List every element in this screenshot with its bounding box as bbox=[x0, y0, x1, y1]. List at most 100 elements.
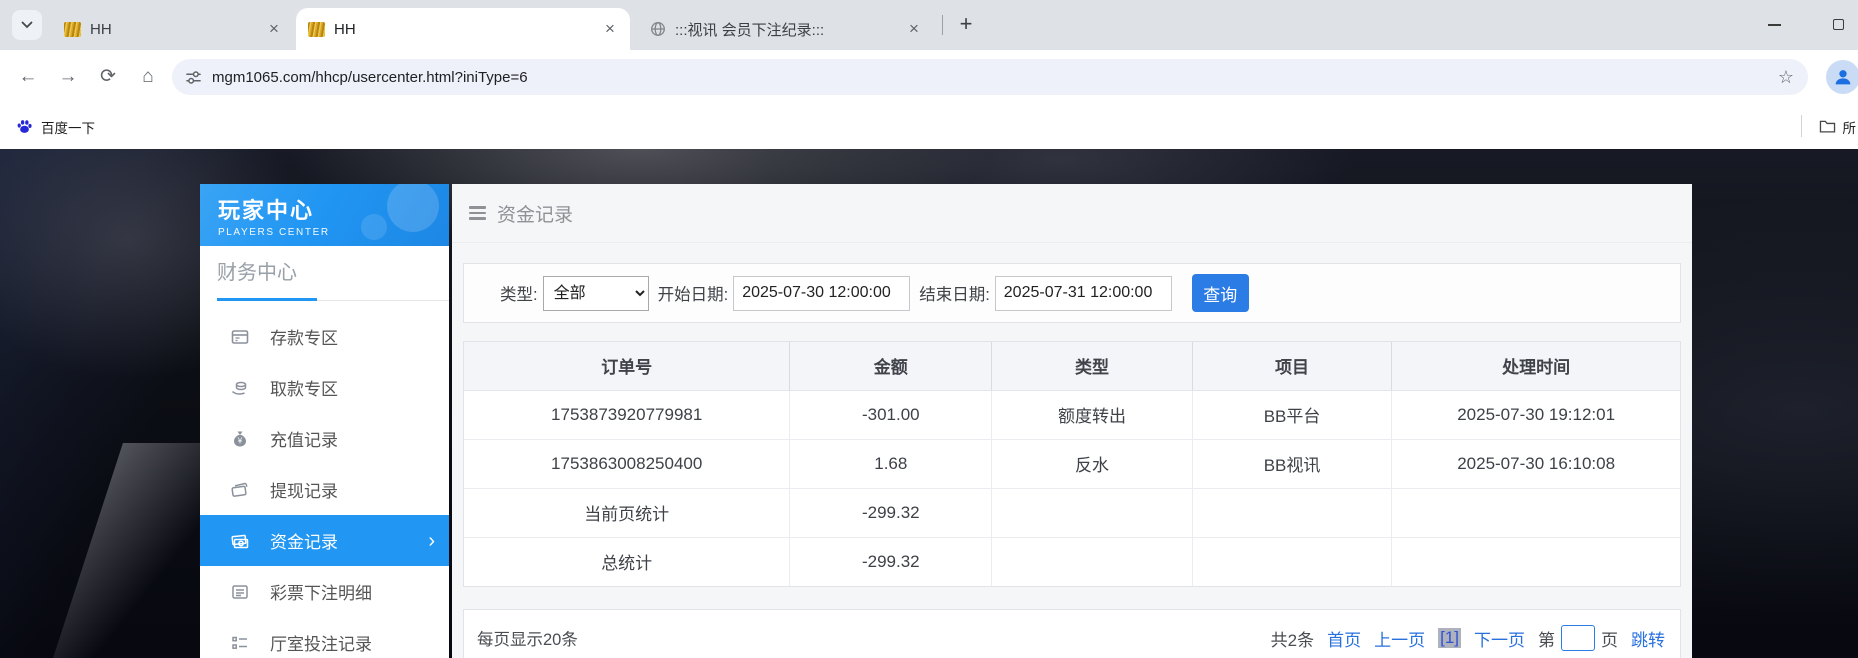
withdraw-icon bbox=[231, 381, 247, 395]
col-project: 项目 bbox=[1192, 342, 1393, 391]
hh-favicon-icon bbox=[308, 21, 325, 37]
page-background: 玩家中心 PLAYERS CENTER 财务中心 存款专区 取款专区 ¥ 充值记… bbox=[0, 149, 1858, 658]
sidebar-item-label: 存款专区 bbox=[270, 329, 338, 348]
bookmark-baidu[interactable]: 百度一下 bbox=[16, 113, 95, 140]
end-date-label: 结束日期: bbox=[919, 286, 990, 304]
section-underline bbox=[200, 298, 449, 301]
close-icon[interactable]: × bbox=[600, 19, 620, 39]
funds-records-panel: 资金记录 类型: 全部 开始日期: 结束日期: 查询 bbox=[452, 184, 1692, 658]
tab-label: HH bbox=[90, 20, 112, 38]
tab-label: HH bbox=[334, 20, 356, 38]
tab-label: :::视讯 会员下注纪录::: bbox=[675, 21, 825, 39]
jump-group: 第 页 bbox=[1538, 625, 1618, 651]
sidebar-item-lottery-bets[interactable]: 彩票下注明细 bbox=[200, 566, 449, 617]
funds-table: 订单号 金额 类型 项目 处理时间 1753873920779981 -301.… bbox=[464, 342, 1680, 586]
cell-amount: -299.32 bbox=[789, 537, 993, 586]
tab-hh-1[interactable]: HH × bbox=[52, 8, 294, 50]
profile-avatar[interactable] bbox=[1826, 60, 1858, 94]
jump-page-input[interactable] bbox=[1561, 625, 1595, 651]
players-center-banner: 玩家中心 PLAYERS CENTER bbox=[200, 184, 449, 246]
sidebar-item-deposit[interactable]: 存款专区 bbox=[200, 311, 449, 362]
deposit-icon bbox=[231, 329, 249, 344]
back-button[interactable]: ← bbox=[14, 63, 42, 91]
cell-label: 当前页统计 bbox=[464, 488, 791, 538]
finance-section-title: 财务中心 bbox=[217, 262, 297, 284]
next-page-link[interactable]: 下一页 bbox=[1474, 626, 1525, 651]
col-time: 处理时间 bbox=[1391, 342, 1680, 391]
bookmark-label: 百度一下 bbox=[41, 120, 95, 136]
hamburger-icon bbox=[469, 206, 486, 220]
cell-time: 2025-07-30 19:12:01 bbox=[1391, 390, 1680, 440]
bookmark-star-icon[interactable]: ☆ bbox=[1778, 67, 1794, 88]
tab-hh-2-active[interactable]: HH × bbox=[296, 8, 630, 50]
window-maximize-icon[interactable] bbox=[1833, 19, 1844, 30]
hh-favicon-icon bbox=[64, 21, 81, 37]
lottery-list-icon bbox=[232, 584, 248, 599]
close-icon[interactable]: × bbox=[264, 19, 284, 39]
funds-table-card: 订单号 金额 类型 项目 处理时间 1753873920779981 -301.… bbox=[463, 341, 1681, 587]
jump-suffix-label: 页 bbox=[1601, 630, 1618, 650]
cell-order-id: 1753863008250400 bbox=[464, 439, 791, 489]
room-bet-list-icon bbox=[232, 636, 247, 649]
reload-button[interactable]: ⟳ bbox=[94, 63, 122, 91]
folder-icon bbox=[1819, 120, 1835, 133]
new-tab-button[interactable]: + bbox=[952, 11, 980, 39]
sidebar-item-label: 充值记录 bbox=[270, 431, 338, 450]
forward-button[interactable]: → bbox=[54, 63, 82, 91]
type-select[interactable]: 全部 bbox=[542, 275, 649, 311]
prev-page-link[interactable]: 上一页 bbox=[1374, 626, 1425, 651]
tab-strip: HH × HH × :::视讯 会员下注纪录::: × + bbox=[0, 0, 1858, 50]
col-order-id: 订单号 bbox=[464, 342, 791, 391]
sidebar-item-label: 彩票下注明细 bbox=[270, 584, 372, 603]
sidebar-item-label: 资金记录 bbox=[270, 533, 338, 552]
browser-toolbar: ← → ⟳ ⌂ mgm1065.com/hhcp/usercenter.html… bbox=[0, 50, 1858, 104]
tab-video-records[interactable]: :::视讯 会员下注纪录::: × bbox=[638, 8, 934, 50]
start-date-input[interactable] bbox=[733, 275, 911, 311]
table-row: 1753863008250400 1.68 反水 BB视讯 2025-07-30… bbox=[464, 439, 1680, 489]
bookmarks-separator bbox=[1801, 115, 1802, 137]
search-button[interactable]: 查询 bbox=[1191, 274, 1249, 312]
sidebar-item-room-bets[interactable]: 厅室投注记录 bbox=[200, 617, 449, 658]
sidebar-item-label: 取款专区 bbox=[270, 380, 338, 399]
jump-button[interactable]: 跳转 bbox=[1631, 626, 1665, 651]
table-header-row: 订单号 金额 类型 项目 处理时间 bbox=[464, 342, 1680, 391]
sidebar-item-recharge-records[interactable]: ¥ 充值记录 bbox=[200, 413, 449, 464]
jump-prefix-label: 第 bbox=[1538, 630, 1555, 650]
sidebar-item-funds-records[interactable]: 资金记录 › bbox=[200, 515, 449, 566]
cell-type: 反水 bbox=[991, 439, 1193, 489]
first-page-link[interactable]: 首页 bbox=[1327, 626, 1361, 651]
pagination-bar: 每页显示20条 共2条 首页 上一页 [1] 下一页 第 页 跳转 bbox=[463, 609, 1681, 658]
sidebar-item-withdraw[interactable]: 取款专区 bbox=[200, 362, 449, 413]
home-button[interactable]: ⌂ bbox=[134, 63, 162, 91]
end-date-input[interactable] bbox=[994, 275, 1172, 311]
sidebar-item-label: 厅室投注记录 bbox=[270, 635, 372, 654]
filter-bar: 类型: 全部 开始日期: 结束日期: 查询 bbox=[463, 263, 1681, 323]
sidebar-item-cashout-records[interactable]: 提现记录 bbox=[200, 464, 449, 515]
site-info-tune-icon bbox=[186, 70, 201, 84]
all-bookmarks-label: 所 bbox=[1842, 120, 1857, 136]
window-minimize-icon[interactable] bbox=[1768, 24, 1781, 26]
start-date-label: 开始日期: bbox=[657, 286, 729, 304]
tab-separator bbox=[942, 15, 943, 35]
panel-header: 资金记录 bbox=[452, 184, 1692, 243]
cell-order-id: 1753873920779981 bbox=[464, 390, 791, 440]
globe-icon bbox=[651, 22, 665, 36]
table-row-page-total: 当前页统计 -299.32 bbox=[464, 488, 1680, 538]
type-label: 类型: bbox=[500, 286, 538, 304]
all-bookmarks-button[interactable]: 所 bbox=[1819, 113, 1857, 140]
sidebar-menu: 存款专区 取款专区 ¥ 充值记录 提现记录 资金记录 › 彩票下注明细 厅室投注… bbox=[200, 311, 449, 658]
col-type: 类型 bbox=[991, 342, 1193, 391]
url-text: mgm1065.com/hhcp/usercenter.html?iniType… bbox=[212, 68, 528, 86]
svg-text:¥: ¥ bbox=[237, 436, 243, 445]
tab-search-button[interactable] bbox=[12, 10, 42, 40]
player-center-sidebar: 玩家中心 PLAYERS CENTER 财务中心 存款专区 取款专区 ¥ 充值记… bbox=[200, 184, 449, 658]
pagination-controls: 共2条 首页 上一页 [1] 下一页 第 页 跳转 bbox=[1271, 625, 1665, 651]
cell-amount: 1.68 bbox=[789, 439, 993, 489]
wallet-card-icon bbox=[231, 482, 248, 497]
address-bar[interactable]: mgm1065.com/hhcp/usercenter.html?iniType… bbox=[172, 59, 1808, 95]
close-icon[interactable]: × bbox=[904, 19, 924, 39]
col-amount: 金额 bbox=[789, 342, 993, 391]
current-page-indicator[interactable]: [1] bbox=[1438, 628, 1461, 648]
table-row-grand-total: 总统计 -299.32 bbox=[464, 537, 1680, 586]
cell-project: BB视讯 bbox=[1192, 439, 1393, 489]
